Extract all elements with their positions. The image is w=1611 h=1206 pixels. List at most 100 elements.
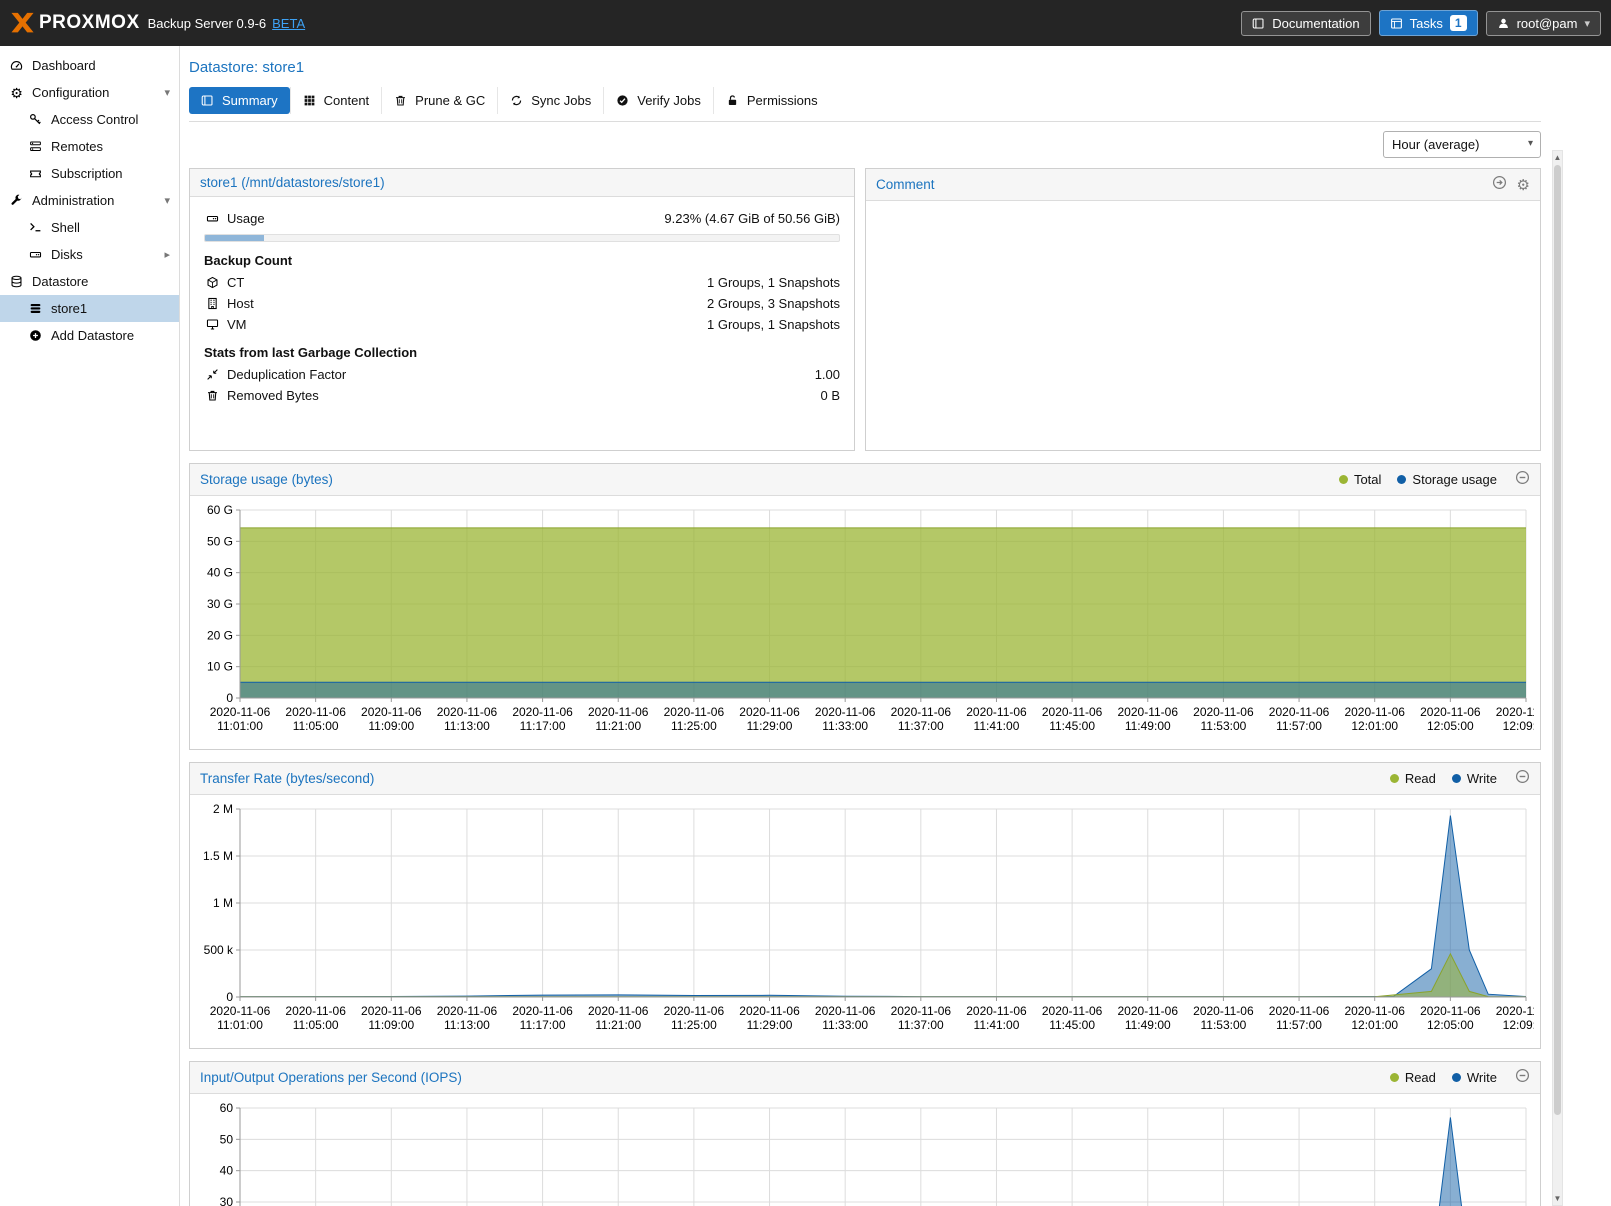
svg-text:11:01:00: 11:01:00: [217, 719, 263, 733]
svg-text:11:57:00: 11:57:00: [1276, 719, 1322, 733]
svg-text:2020-11-06: 2020-11-06: [815, 705, 876, 719]
chevron-right-icon[interactable]: ▸: [164, 248, 170, 261]
svg-text:60 G: 60 G: [207, 503, 233, 517]
svg-text:11:17:00: 11:17:00: [520, 1018, 566, 1032]
legend-label: Read: [1405, 771, 1436, 786]
svg-text:11:29:00: 11:29:00: [747, 1018, 793, 1032]
chart-svg: 010 G20 G30 G40 G50 G60 G2020-11-0611:01…: [194, 500, 1534, 744]
legend-item-total[interactable]: Total: [1339, 472, 1381, 487]
legend-item-write[interactable]: Write: [1452, 1070, 1497, 1085]
vertical-scrollbar[interactable]: ▲ ▼: [1552, 150, 1563, 1206]
svg-text:0: 0: [226, 990, 233, 1004]
sidebar-item-subscription[interactable]: Subscription: [0, 160, 179, 187]
trash-icon: [394, 94, 407, 107]
sidebar-item-dashboard[interactable]: Dashboard: [0, 52, 179, 79]
chevron-down-icon[interactable]: ▾: [164, 194, 170, 207]
beta-link[interactable]: BETA: [272, 16, 305, 31]
legend-item-storage-usage[interactable]: Storage usage: [1397, 472, 1497, 487]
user-label: root@pam: [1517, 16, 1578, 31]
svg-text:11:21:00: 11:21:00: [595, 719, 641, 733]
collapse-chart-icon[interactable]: [1515, 769, 1530, 788]
row-label: CT: [227, 275, 244, 290]
row-label: VM: [227, 317, 247, 332]
svg-text:2020-11-06: 2020-11-06: [285, 705, 346, 719]
tab-label: Permissions: [747, 93, 818, 108]
sidebar-item-shell[interactable]: Shell: [0, 214, 179, 241]
transfer-rate-chart-panel: Transfer Rate (bytes/second) ReadWrite 0…: [189, 762, 1541, 1049]
desktop-icon: [204, 318, 221, 331]
svg-text:30: 30: [220, 1195, 234, 1206]
documentation-button[interactable]: Documentation: [1241, 11, 1370, 36]
svg-text:2020-11-06: 2020-11-06: [1269, 1004, 1330, 1018]
sidebar-item-store1[interactable]: store1: [0, 295, 179, 322]
sidebar-item-datastore[interactable]: Datastore: [0, 268, 179, 295]
svg-text:1 M: 1 M: [213, 896, 233, 910]
tab-prune-gc[interactable]: Prune & GC: [381, 87, 497, 114]
sidebar-item-add-datastore[interactable]: Add Datastore: [0, 322, 179, 349]
scroll-up-icon[interactable]: ▲: [1553, 151, 1562, 164]
tasks-button[interactable]: Tasks 1: [1379, 10, 1478, 36]
svg-text:60: 60: [220, 1101, 234, 1115]
legend-item-read[interactable]: Read: [1390, 1070, 1436, 1085]
user-menu-button[interactable]: root@pam ▾: [1486, 11, 1601, 36]
tab-content[interactable]: Content: [290, 87, 382, 114]
panel-title: Storage usage (bytes): [200, 472, 333, 487]
proxmox-logo-icon: [10, 12, 35, 35]
svg-text:11:29:00: 11:29:00: [747, 719, 793, 733]
scrollbar-thumb[interactable]: [1554, 165, 1561, 1115]
svg-text:2020-11-06: 2020-11-06: [437, 705, 498, 719]
documentation-label: Documentation: [1272, 16, 1359, 31]
legend-label: Write: [1467, 771, 1497, 786]
cube-icon: [204, 276, 221, 289]
svg-text:2020-11-06: 2020-11-06: [891, 705, 952, 719]
collapse-chart-icon[interactable]: [1515, 470, 1530, 489]
timeframe-value: Hour (average): [1392, 137, 1479, 152]
tab-verify-jobs[interactable]: Verify Jobs: [603, 87, 713, 114]
row-label: Host: [227, 296, 254, 311]
storage-usage-chart-panel: Storage usage (bytes) Total Storage usage…: [189, 463, 1541, 750]
svg-text:11:49:00: 11:49:00: [1125, 719, 1171, 733]
svg-text:0: 0: [226, 691, 233, 705]
timeframe-select[interactable]: Hour (average) ▾: [1383, 131, 1541, 158]
svg-text:2020-11-06: 2020-11-06: [210, 705, 271, 719]
scroll-down-icon[interactable]: ▼: [1553, 1192, 1562, 1205]
tab-label: Summary: [222, 93, 278, 108]
sidebar-item-label: Configuration: [32, 85, 109, 100]
svg-text:2020-11-06: 2020-11-06: [1496, 1004, 1534, 1018]
sidebar-item-configuration[interactable]: ⚙Configuration▾: [0, 79, 179, 106]
chart-canvas: 01020304050602020-11-0611:01:002020-11-0…: [190, 1094, 1540, 1206]
sidebar-item-label: Access Control: [51, 112, 138, 127]
edit-comment-icon[interactable]: [1492, 175, 1507, 194]
sidebar-item-disks[interactable]: Disks▸: [0, 241, 179, 268]
sidebar-item-access-control[interactable]: Access Control: [0, 106, 179, 133]
tab-summary[interactable]: Summary: [189, 87, 290, 114]
comment-panel: Comment ⚙: [865, 168, 1541, 451]
sidebar-item-administration[interactable]: Administration ▾: [0, 187, 179, 214]
sidebar-item-remotes[interactable]: Remotes: [0, 133, 179, 160]
svg-text:11:05:00: 11:05:00: [293, 1018, 339, 1032]
legend-item-write[interactable]: Write: [1452, 771, 1497, 786]
chevron-down-icon: ▾: [1528, 138, 1533, 149]
legend-item-read[interactable]: Read: [1390, 771, 1436, 786]
chevron-down-icon[interactable]: ▾: [164, 86, 170, 99]
row-label: Deduplication Factor: [227, 367, 346, 382]
content: Datastore: store1 SummaryContentPrune & …: [180, 46, 1611, 1206]
backup-count-rows: CT1 Groups, 1 SnapshotsHost2 Groups, 3 S…: [204, 273, 840, 334]
panel-tools: Read Write: [1390, 769, 1530, 788]
collapse-chart-icon[interactable]: [1515, 1068, 1530, 1087]
sidebar-item-label: Administration: [32, 193, 114, 208]
svg-text:2020-11-06: 2020-11-06: [1420, 1004, 1481, 1018]
tab-sync-jobs[interactable]: Sync Jobs: [497, 87, 603, 114]
ticket-icon: [28, 167, 43, 180]
svg-text:11:09:00: 11:09:00: [368, 719, 414, 733]
gear-icon[interactable]: ⚙: [1517, 176, 1530, 194]
key-icon: [28, 113, 43, 126]
tab-permissions[interactable]: Permissions: [713, 87, 830, 114]
building-icon: [204, 297, 221, 310]
svg-text:2020-11-06: 2020-11-06: [739, 705, 800, 719]
usage-progressbar: [204, 234, 840, 242]
svg-text:11:45:00: 11:45:00: [1049, 1018, 1095, 1032]
svg-text:11:41:00: 11:41:00: [974, 1018, 1020, 1032]
usage-value: 9.23% (4.67 GiB of 50.56 GiB): [664, 211, 840, 226]
panel-tools: ⚙: [1492, 175, 1530, 194]
